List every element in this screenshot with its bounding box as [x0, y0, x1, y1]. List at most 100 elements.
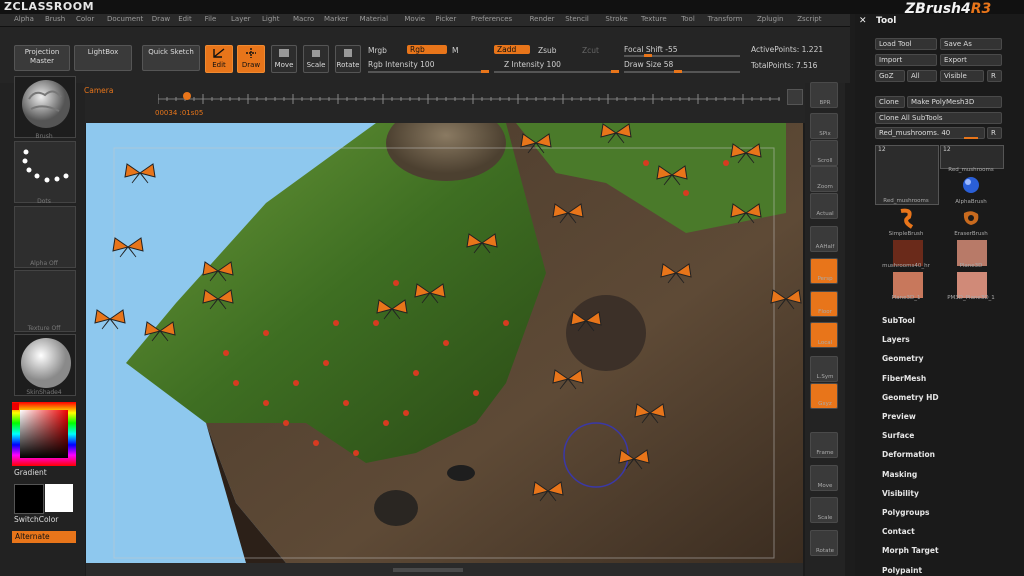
section-surface[interactable]: Surface — [882, 431, 914, 440]
stroke-thumbnail[interactable] — [14, 141, 76, 203]
switch-color-button[interactable]: SwitchColor — [14, 515, 58, 524]
zcut-button[interactable]: Zcut — [582, 46, 599, 55]
timeline-end-button[interactable] — [787, 89, 803, 105]
section-contact[interactable]: Contact — [882, 527, 915, 536]
menu-item-light[interactable]: Light — [262, 15, 279, 23]
menu-item-material[interactable]: Material — [360, 15, 388, 23]
r-button[interactable]: R — [987, 70, 1002, 82]
menu-item-render[interactable]: Render — [530, 15, 555, 23]
draw-size-slider[interactable] — [624, 71, 740, 73]
frame-button[interactable]: Frame — [810, 432, 838, 458]
menu-item-stencil[interactable]: Stencil — [565, 15, 589, 23]
timeline-keyframe[interactable] — [183, 92, 191, 100]
zadd-button[interactable]: Zadd — [494, 45, 530, 54]
texture-thumbnail[interactable] — [14, 270, 76, 332]
menu-item-picker[interactable]: Picker — [435, 15, 456, 23]
gradient-label[interactable]: Gradient — [14, 468, 47, 477]
timeline-track[interactable] — [157, 90, 780, 104]
brush-thumbnail[interactable] — [14, 76, 76, 138]
zoom-button[interactable]: Zoom — [810, 166, 838, 192]
section-polypaint[interactable]: Polypaint — [882, 566, 922, 575]
zsub-button[interactable]: Zsub — [538, 46, 557, 55]
alpha-thumbnail[interactable] — [14, 206, 76, 268]
aahalf-button[interactable]: AAHalf — [810, 226, 838, 252]
menu-item-texture[interactable]: Texture — [641, 15, 667, 23]
menu-item-zplugin[interactable]: Zplugin — [757, 15, 783, 23]
scale-button[interactable]: Scale — [810, 497, 838, 523]
goz-button[interactable]: GoZ — [875, 70, 905, 82]
menu-item-movie[interactable]: Movie — [404, 15, 425, 23]
load-tool-button[interactable]: Load Tool — [875, 38, 937, 50]
make-polymesh-button[interactable]: Make PolyMesh3D — [907, 96, 1002, 108]
z-intensity-slider[interactable] — [494, 71, 618, 73]
rotate-button[interactable]: Rotate — [335, 45, 361, 73]
mrgb-button[interactable]: Mrgb — [368, 46, 387, 55]
secondary-color-swatch[interactable] — [14, 484, 44, 514]
edit-button[interactable]: Edit — [205, 45, 233, 73]
section-morph-target[interactable]: Morph Target — [882, 546, 939, 555]
rgb-intensity-slider[interactable] — [368, 71, 488, 73]
menu-item-file[interactable]: File — [205, 15, 217, 23]
section-layers[interactable]: Layers — [882, 335, 910, 344]
m-button[interactable]: M — [452, 46, 458, 55]
material-thumbnail[interactable] — [14, 334, 76, 396]
save-as-button[interactable]: Save As — [940, 38, 1002, 50]
menu-item-stroke[interactable]: Stroke — [605, 15, 627, 23]
scale-button[interactable]: Scale — [303, 45, 329, 73]
xyz-button[interactable]: Gxyz — [810, 383, 838, 409]
menu-item-edit[interactable]: Edit — [178, 15, 192, 23]
projection-master-button[interactable]: Projection Master — [14, 45, 70, 71]
menu-item-brush[interactable]: Brush — [45, 15, 65, 23]
visible-button[interactable]: Visible — [940, 70, 984, 82]
draw-button[interactable]: Draw — [237, 45, 265, 73]
menu-item-marker[interactable]: Marker — [324, 15, 348, 23]
simple-brush-icon[interactable] — [894, 207, 920, 229]
eraser-brush-icon[interactable] — [958, 207, 984, 229]
menu-item-color[interactable]: Color — [76, 15, 94, 23]
document-canvas[interactable] — [86, 123, 803, 563]
focal-shift-knob[interactable] — [644, 54, 652, 57]
section-deformation[interactable]: Deformation — [882, 450, 935, 459]
menu-item-document[interactable]: Document — [107, 15, 143, 23]
move-button[interactable]: Move — [810, 465, 838, 491]
move-button[interactable]: Move — [271, 45, 297, 73]
quick-sketch-button[interactable]: Quick Sketch — [142, 45, 200, 71]
menu-item-transform[interactable]: Transform — [708, 15, 743, 23]
export-button[interactable]: Export — [940, 54, 1002, 66]
spix-button[interactable]: SPix — [810, 113, 838, 139]
clone-button[interactable]: Clone — [875, 96, 905, 108]
clone-all-subtools-button[interactable]: Clone All SubTools — [875, 112, 1002, 124]
alpha-brush-icon[interactable] — [958, 174, 984, 196]
r-tool-button[interactable]: R — [987, 127, 1002, 139]
actual-button[interactable]: Actual — [810, 193, 838, 219]
draw-size-knob[interactable] — [674, 70, 682, 73]
rotate-button[interactable]: Rotate — [810, 530, 838, 556]
focal-shift-slider[interactable] — [624, 55, 740, 57]
menu-item-draw[interactable]: Draw — [152, 15, 170, 23]
alternate-button[interactable]: Alternate — [12, 531, 76, 543]
section-geometry-hd[interactable]: Geometry HD — [882, 393, 939, 402]
lightbox-button[interactable]: LightBox — [74, 45, 132, 71]
menu-item-preferences[interactable]: Preferences — [471, 15, 512, 23]
canvas-scrollbar[interactable] — [393, 568, 463, 572]
menu-item-layer[interactable]: Layer — [231, 15, 251, 23]
menu-item-macro[interactable]: Macro — [293, 15, 314, 23]
tool-panel-close[interactable]: ✕ — [859, 16, 867, 26]
section-preview[interactable]: Preview — [882, 412, 916, 421]
section-visibility[interactable]: Visibility — [882, 489, 919, 498]
all-button[interactable]: All — [907, 70, 937, 82]
section-subtool[interactable]: SubTool — [882, 316, 915, 325]
bpr-button[interactable]: BPR — [810, 82, 838, 108]
menu-item-alpha[interactable]: Alpha — [14, 15, 34, 23]
scroll-button[interactable]: Scroll — [810, 140, 838, 166]
section-geometry[interactable]: Geometry — [882, 354, 923, 363]
lsym-button[interactable]: L.Sym — [810, 356, 838, 382]
section-polygroups[interactable]: Polygroups — [882, 508, 930, 517]
rgb-button[interactable]: Rgb — [407, 45, 447, 54]
color-picker[interactable] — [12, 402, 76, 466]
floor-button[interactable]: Floor — [810, 291, 838, 317]
section-masking[interactable]: Masking — [882, 470, 917, 479]
tool-thumbnail-current[interactable] — [875, 145, 939, 205]
current-tool-slider-knob[interactable] — [964, 137, 978, 139]
persp-button[interactable]: Persp — [810, 258, 838, 284]
